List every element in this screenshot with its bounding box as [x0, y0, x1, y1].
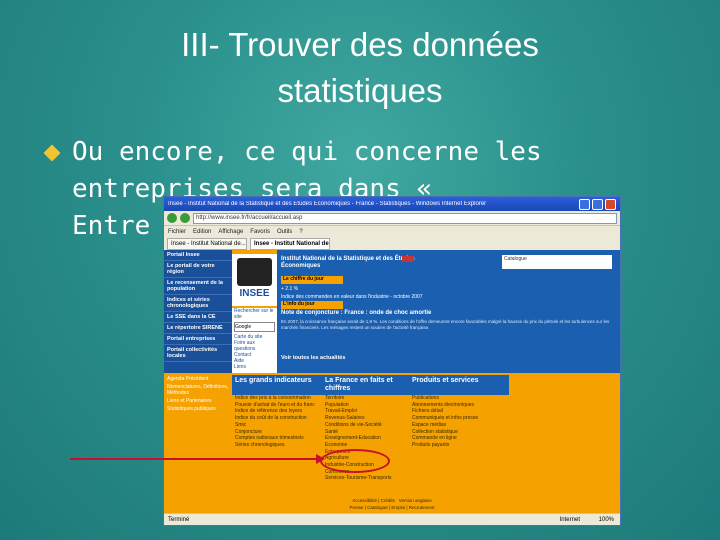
column-link[interactable]: Collection statistique: [409, 429, 509, 436]
column-link[interactable]: Smic: [232, 422, 322, 429]
bottom-left-links: Agenda Précédent Nomenclatures, Définiti…: [164, 375, 232, 465]
page-viewport: Portail Insee Le portail de votre région…: [164, 250, 620, 513]
column-link[interactable]: Fichiers détail: [409, 408, 509, 415]
close-icon[interactable]: [605, 198, 616, 210]
column-link[interactable]: Publications: [409, 395, 509, 402]
column-link[interactable]: Enseignement-Éducation: [322, 435, 409, 442]
footer-links: Accessibilité | Crédits Version anglaise…: [164, 497, 620, 511]
nav-link[interactable]: Portail entreprises: [164, 334, 232, 345]
minimize-icon[interactable]: [579, 198, 590, 210]
note-body: En 2007, la croissance française serait …: [281, 319, 610, 330]
column-header[interactable]: La France en faits et chiffres: [322, 375, 409, 395]
column-link[interactable]: Population: [322, 402, 409, 409]
url-input[interactable]: http://www.insee.fr/fr/accueil/accueil.a…: [193, 212, 617, 224]
status-text: Terminé: [168, 517, 190, 523]
nav-link[interactable]: Le répertoire SIRENE: [164, 323, 232, 334]
chiffre-desc[interactable]: Indice des commandes en valeur dans l'in…: [281, 294, 423, 300]
column-link[interactable]: Indice du coût de la construction: [232, 415, 322, 422]
nav-link[interactable]: Portail Insee: [164, 250, 232, 261]
public-stats-link[interactable]: Statistiques publiques: [164, 405, 232, 413]
nav-link[interactable]: Le SSE dans la CE: [164, 312, 232, 323]
agenda-link[interactable]: Agenda Précédent: [164, 375, 232, 383]
column-link[interactable]: Travail-Emploi: [322, 408, 409, 415]
nomenclatures-link[interactable]: Nomenclatures, Définitions, Méthodes: [164, 383, 232, 397]
footer-nav[interactable]: Presse | Catalogue | Emploi | Recrutemen…: [349, 505, 434, 510]
column-link[interactable]: Conjoncture: [232, 429, 322, 436]
column-link[interactable]: Indice de référence des loyers: [232, 408, 322, 415]
zoom-level[interactable]: 100%: [599, 514, 614, 525]
back-icon[interactable]: [167, 213, 177, 223]
column-link[interactable]: Commande en ligne: [409, 435, 509, 442]
column-link[interactable]: Abonnements électroniques: [409, 402, 509, 409]
menu-help[interactable]: ?: [299, 229, 302, 235]
insee-logo[interactable]: INSEE: [232, 254, 277, 306]
search-label: Rechercher sur le site: [234, 308, 274, 320]
link-links[interactable]: Liens: [232, 364, 277, 370]
annotation-ellipse: [320, 449, 390, 473]
column-link[interactable]: Territoire: [322, 395, 409, 402]
window-title: Insee - Institut National de la Statisti…: [168, 201, 487, 207]
address-bar: http://www.insee.fr/fr/accueil/accueil.a…: [164, 211, 620, 226]
nav-link[interactable]: Indices et séries chronologiques: [164, 295, 232, 312]
chiffre-value: + 2.1 %: [281, 286, 299, 292]
footer-english[interactable]: Version anglaise: [399, 498, 432, 503]
logo-word: INSEE: [239, 288, 270, 299]
column-link[interactable]: Indice des prix à la consommation: [232, 395, 322, 402]
chiffre-du-jour-badge: Le chiffre du jour: [281, 276, 343, 284]
left-nav: Portail Insee Le portail de votre région…: [164, 250, 232, 373]
column-link[interactable]: Séries chronologiques: [232, 442, 322, 449]
info-du-jour-badge: L'info du jour: [281, 301, 343, 309]
column-products: Produits et services Publications Abonne…: [409, 375, 509, 497]
column-link[interactable]: Pouvoir d'achat de l'euro et du franc: [232, 402, 322, 409]
menu-edit[interactable]: Edition: [193, 229, 211, 235]
slide-title: III- Trouver des données statistiques: [181, 26, 539, 109]
maximize-icon[interactable]: [592, 198, 603, 210]
footer-accessibility[interactable]: Accessibilité | Crédits: [352, 498, 395, 503]
nav-link[interactable]: Le portail de votre région: [164, 261, 232, 278]
annotation-arrow-line: [70, 458, 320, 460]
partners-link[interactable]: Liens et Partenaires: [164, 397, 232, 405]
column-link[interactable]: Économie: [322, 442, 409, 449]
link-faq[interactable]: Foire aux questions: [232, 340, 277, 352]
column-header[interactable]: Les grands indicateurs: [232, 375, 322, 395]
column-link[interactable]: Comptes nationaux trimestriels: [232, 435, 322, 442]
menu-tools[interactable]: Outils: [277, 229, 292, 235]
search-panel: Rechercher sur le site Google Carte du s…: [232, 308, 277, 373]
tab-insee-1[interactable]: Insee - Institut National de...: [167, 238, 247, 250]
all-news-link[interactable]: Voir toutes les actualités: [281, 355, 345, 361]
column-link[interactable]: Produits payants: [409, 442, 509, 449]
tab-insee-2[interactable]: Insee - Institut National de...: [250, 238, 330, 250]
browser-window: Insee - Institut National de la Statisti…: [163, 196, 621, 526]
column-header[interactable]: Produits et services: [409, 375, 509, 395]
logo-mark-icon: [237, 258, 272, 286]
column-link[interactable]: Services-Tourisme-Transports: [322, 475, 409, 482]
column-link[interactable]: Espace médias: [409, 422, 509, 429]
catalogue-box[interactable]: Catalogue: [502, 255, 612, 269]
note-title[interactable]: Note de conjoncture : France : onde de c…: [281, 310, 431, 316]
browser-titlebar: Insee - Institut National de la Statisti…: [164, 197, 620, 211]
search-input[interactable]: Google: [234, 322, 275, 332]
header-panel: Institut National de la Statistique et d…: [277, 250, 620, 373]
column-link[interactable]: Communiqués et infos presse: [409, 415, 509, 422]
column-link[interactable]: Revenus-Salaires: [322, 415, 409, 422]
menu-view[interactable]: Affichage: [218, 229, 243, 235]
nav-link[interactable]: Le recensement de la population: [164, 278, 232, 295]
internet-zone: Internet: [559, 517, 580, 523]
menu-bar: Fichier Edition Affichage Favoris Outils…: [164, 226, 620, 237]
institute-name: Institut National de la Statistique et d…: [281, 256, 415, 269]
nav-link[interactable]: Portail collectivités locales: [164, 345, 232, 362]
status-bar: Terminé Internet 100%: [164, 513, 620, 525]
column-link[interactable]: Conditions de vie-Société: [322, 422, 409, 429]
column-france: La France en faits et chiffres Territoir…: [322, 375, 409, 497]
uk-flag-icon[interactable]: [402, 256, 414, 262]
bullet-line: Ou encore, ce qui concerne les: [72, 137, 542, 167]
column-indicators: Les grands indicateurs Indice des prix à…: [232, 375, 322, 497]
menu-file[interactable]: Fichier: [168, 229, 186, 235]
forward-icon[interactable]: [180, 213, 190, 223]
column-link[interactable]: Santé: [322, 429, 409, 436]
bullet-icon: [43, 144, 61, 162]
menu-favorites[interactable]: Favoris: [250, 229, 270, 235]
